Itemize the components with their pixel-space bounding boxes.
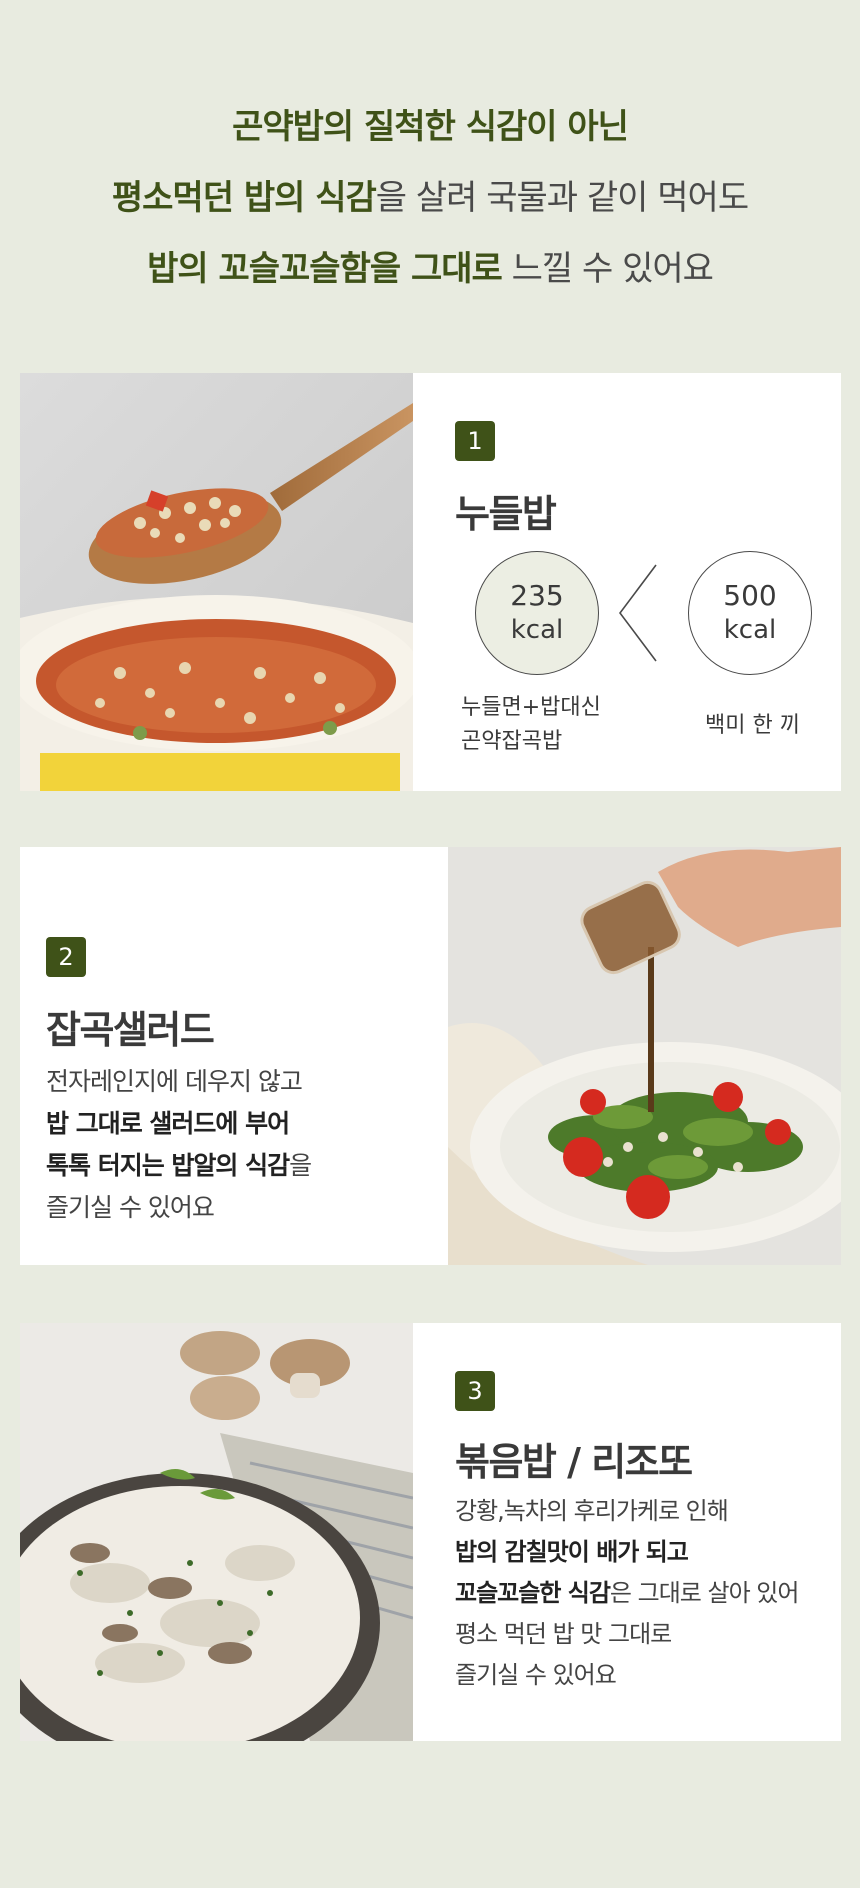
headline-line-1: 곤약밥의 질척한 식감이 아닌: [232, 107, 629, 147]
card-title: 누들밥: [455, 492, 557, 536]
card-title: 잡곡샐러드: [46, 1008, 215, 1052]
noodle-cup-photo: [20, 373, 413, 791]
step-number-badge: 1: [455, 421, 495, 461]
headline-line-2: 평소먹던 밥의 식감을 살려 국물과 같이 먹어도: [111, 178, 749, 218]
desc-line: 꼬슬꼬슬한 식감은 그대로 살아 있어: [455, 1579, 799, 1607]
card-3-text: 3 볶음밥 / 리조또 강황,녹차의 후리가케로 인해 밥의 감칠맛이 배가 되…: [413, 1323, 841, 1741]
desc-line: 즐기실 수 있어요: [455, 1661, 617, 1689]
step-number-badge: 3: [455, 1371, 495, 1411]
step-number-badge: 2: [46, 937, 86, 977]
headline: 곤약밥의 질척한 식감이 아닌 평소먹던 밥의 식감을 살려 국물과 같이 먹어…: [0, 92, 860, 305]
caption-noodle-rice: 누들면+밥대신 곤약잡곡밥: [461, 695, 601, 754]
kcal-circle-noodle-rice: 235 kcal: [475, 551, 599, 675]
desc-line: 전자레인지에 데우지 않고: [46, 1067, 303, 1096]
card-title: 볶음밥 / 리조또: [455, 1440, 693, 1484]
desc-line: 톡톡 터지는 밥알의 식감을: [46, 1151, 312, 1180]
desc-line: 강황,녹차의 후리가케로 인해: [455, 1497, 729, 1525]
risotto-photo: [20, 1323, 413, 1741]
caption-white-rice: 백미 한 끼: [705, 713, 800, 738]
salad-photo: [448, 847, 841, 1265]
card-2-text: 2 잡곡샐러드 전자레인지에 데우지 않고 밥 그대로 샐러드에 부어 톡톡 터…: [20, 847, 448, 1265]
desc-line: 밥 그대로 샐러드에 부어: [46, 1109, 290, 1138]
less-than-icon: [616, 563, 660, 667]
card-description: 전자레인지에 데우지 않고 밥 그대로 샐러드에 부어 톡톡 터지는 밥알의 식…: [46, 1061, 312, 1229]
desc-line: 평소 먹던 밥 맛 그대로: [455, 1620, 672, 1648]
card-grain-salad: 2 잡곡샐러드 전자레인지에 데우지 않고 밥 그대로 샐러드에 부어 톡톡 터…: [20, 847, 841, 1265]
desc-line: 즐기실 수 있어요: [46, 1193, 215, 1222]
kcal-circle-white-rice: 500 kcal: [688, 551, 812, 675]
card-noodle-rice: 1 누들밥 235 kcal 500 kcal 누들면+밥대신 곤약잡곡밥 백미…: [20, 373, 841, 791]
desc-line: 밥의 감칠맛이 배가 되고: [455, 1538, 689, 1566]
card-1-text: 1 누들밥 235 kcal 500 kcal 누들면+밥대신 곤약잡곡밥 백미…: [413, 373, 841, 791]
card-description: 강황,녹차의 후리가케로 인해 밥의 감칠맛이 배가 되고 꼬슬꼬슬한 식감은 …: [455, 1491, 799, 1696]
headline-line-3: 밥의 꼬슬꼬슬함을 그대로 느낄 수 있어요: [147, 249, 714, 289]
card-fried-rice-risotto: 3 볶음밥 / 리조또 강황,녹차의 후리가케로 인해 밥의 감칠맛이 배가 되…: [20, 1323, 841, 1741]
